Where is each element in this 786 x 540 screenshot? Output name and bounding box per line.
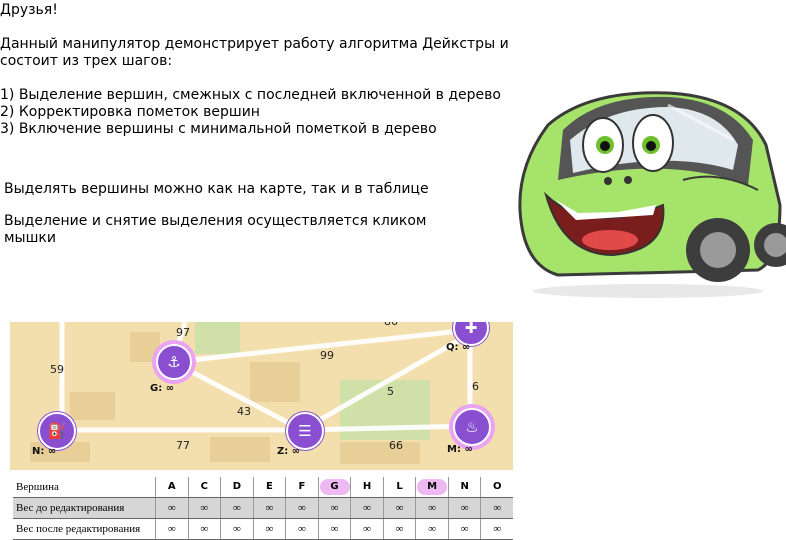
- weight-after[interactable]: ∞: [155, 518, 189, 540]
- weight-before: ∞: [285, 497, 319, 519]
- weight-before: ∞: [350, 497, 384, 519]
- edge-label: 97: [176, 326, 190, 339]
- edge-label: 77: [176, 439, 190, 452]
- table-row-after: Вес после редактирования ∞ ∞ ∞ ∞ ∞ ∞ ∞ ∞…: [13, 518, 513, 540]
- weight-before: ∞: [415, 497, 449, 519]
- weight-after[interactable]: ∞: [350, 518, 384, 540]
- weight-before: ∞: [382, 497, 416, 519]
- node-n-label: N: ∞: [32, 446, 57, 457]
- map-background: [10, 322, 513, 470]
- weight-after[interactable]: ∞: [252, 518, 286, 540]
- vertex-cell-g[interactable]: G: [317, 477, 351, 498]
- weight-before: ∞: [480, 497, 513, 519]
- node-m-label: M: ∞: [447, 444, 473, 455]
- weight-after[interactable]: ∞: [187, 518, 221, 540]
- node-z-label: Z: ∞: [277, 446, 301, 457]
- intro-line-2: состоит из трех шагов:: [0, 53, 173, 69]
- vertex-cell-a[interactable]: A: [155, 477, 189, 498]
- hospital-icon: ✚: [464, 322, 478, 337]
- node-n[interactable]: ⛽: [38, 412, 76, 450]
- weight-after[interactable]: ∞: [285, 518, 319, 540]
- weights-table: Вершина A C D E F G H L M N O Вес до ред…: [13, 477, 513, 540]
- vertex-cell-f[interactable]: F: [285, 477, 319, 498]
- row-header-before: Вес до редактирования: [13, 497, 156, 519]
- edge-label: 99: [320, 349, 334, 362]
- table-row-vertices: Вершина A C D E F G H L M N O: [13, 477, 513, 498]
- hint-text: Выделять вершины можно как на карте, так…: [4, 181, 484, 247]
- weight-after[interactable]: ∞: [382, 518, 416, 540]
- book-icon: ☰: [298, 422, 312, 440]
- step-3: 3) Включение вершины с минимальной помет…: [0, 121, 437, 137]
- edge-label: 86: [384, 322, 398, 328]
- vertex-cell-c[interactable]: C: [187, 477, 221, 498]
- edge-label: 5: [387, 385, 394, 398]
- restaurant-icon: ♨: [465, 418, 479, 436]
- row-header-vertex: Вершина: [13, 477, 156, 498]
- node-q-label: Q: ∞: [446, 342, 471, 353]
- vertex-cell-o[interactable]: O: [480, 477, 513, 498]
- vertex-cell-e[interactable]: E: [252, 477, 286, 498]
- weight-after[interactable]: ∞: [415, 518, 449, 540]
- edge-label: 6: [472, 380, 479, 393]
- row-header-after: Вес после редактирования: [13, 518, 156, 540]
- node-g-label: G: ∞: [150, 383, 175, 394]
- hint-line-2: Выделение и снятие выделения осуществляе…: [4, 213, 427, 229]
- weight-before: ∞: [252, 497, 286, 519]
- cartoon-car-illustration: [518, 91, 786, 298]
- monument-icon: ⚓: [167, 353, 181, 371]
- edge-label: 59: [50, 363, 64, 376]
- greeting: Друзья!: [0, 2, 58, 18]
- vertex-cell-n[interactable]: N: [447, 477, 481, 498]
- edge-label: 43: [237, 405, 251, 418]
- gas-station-icon: ⛽: [47, 422, 67, 440]
- hint-line-3: мышки: [4, 230, 56, 246]
- weight-after[interactable]: ∞: [480, 518, 513, 540]
- weight-after[interactable]: ∞: [317, 518, 351, 540]
- intro-line-1: Данный манипулятор демонстрирует работу …: [0, 36, 509, 52]
- vertex-cell-d[interactable]: D: [220, 477, 254, 498]
- weight-before: ∞: [220, 497, 254, 519]
- step-2: 2) Корректировка пометок вершин: [0, 104, 260, 120]
- edge-label: 66: [389, 439, 403, 452]
- hint-line-1: Выделять вершины можно как на карте, так…: [4, 181, 429, 197]
- intro-text: Друзья! Данный манипулятор демонстрирует…: [0, 2, 510, 138]
- weight-after[interactable]: ∞: [447, 518, 481, 540]
- node-m[interactable]: ♨: [453, 408, 491, 446]
- weight-before: ∞: [187, 497, 221, 519]
- table-row-before: Вес до редактирования ∞ ∞ ∞ ∞ ∞ ∞ ∞ ∞ ∞ …: [13, 497, 513, 519]
- graph-map[interactable]: 97 99 59 43 5 6 77 66 86 ⚓ G: ∞ ✚ Q: ∞ ⛽…: [10, 322, 513, 470]
- node-g[interactable]: ⚓: [156, 344, 192, 380]
- weight-before: ∞: [155, 497, 189, 519]
- vertex-cell-h[interactable]: H: [350, 477, 384, 498]
- step-1: 1) Выделение вершин, смежных с последней…: [0, 87, 501, 103]
- node-z[interactable]: ☰: [286, 412, 324, 450]
- vertex-cell-m[interactable]: M: [415, 477, 449, 498]
- weight-after[interactable]: ∞: [220, 518, 254, 540]
- weight-before: ∞: [317, 497, 351, 519]
- vertex-cell-l[interactable]: L: [382, 477, 416, 498]
- weight-before: ∞: [447, 497, 481, 519]
